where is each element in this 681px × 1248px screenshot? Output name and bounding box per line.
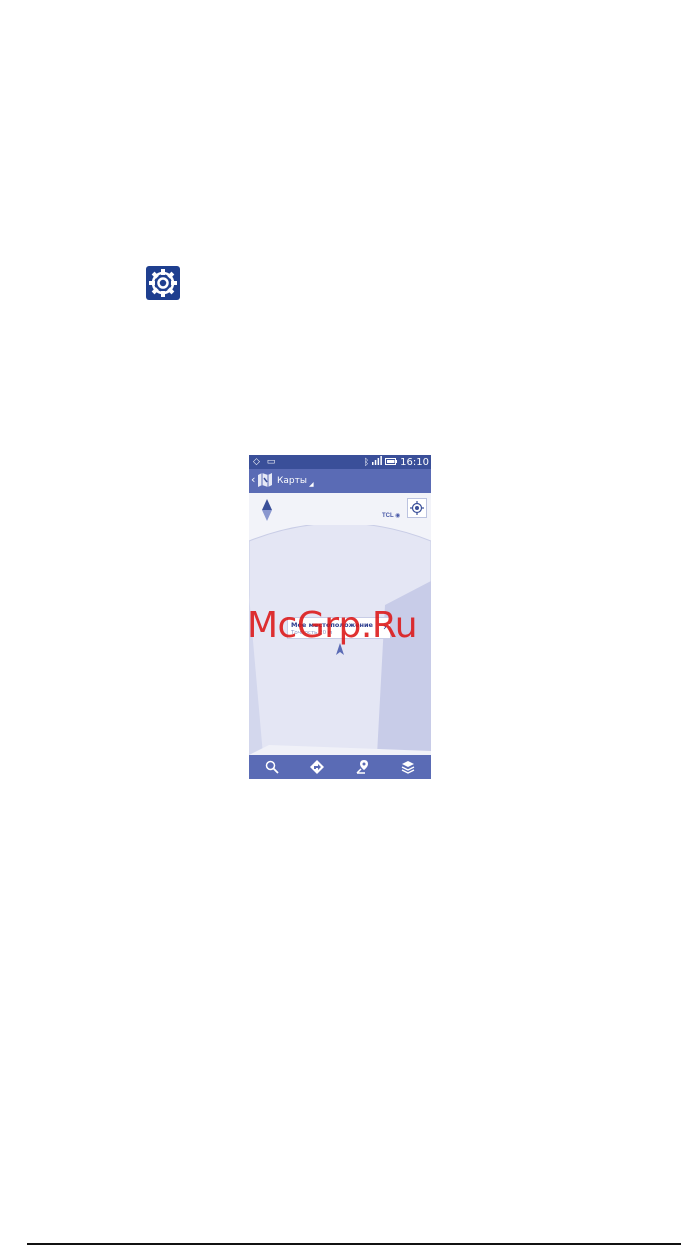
search-icon: [265, 760, 279, 774]
tcl-map-label: TCL: [382, 513, 394, 519]
status-bar: ◇ ▭ ᛒ 16:10: [249, 455, 431, 469]
directions-button[interactable]: [307, 757, 327, 777]
signal-icon: [372, 456, 383, 469]
search-button[interactable]: [262, 757, 282, 777]
dropdown-triangle-icon[interactable]: ◢: [309, 481, 314, 489]
tcl-marker-icon: ◉: [395, 512, 401, 519]
notification-image-icon: ▭: [266, 457, 276, 467]
chevron-left-icon[interactable]: ‹: [251, 474, 255, 486]
layers-icon: [401, 761, 415, 774]
page-footer-rule: [27, 1243, 681, 1245]
settings-gear-icon: [146, 266, 180, 300]
action-bar: ‹ Карты ◢: [249, 469, 431, 493]
compass-icon[interactable]: [261, 499, 273, 521]
watermark: McGrp.Ru: [247, 605, 418, 646]
maps-logo-icon[interactable]: [257, 472, 273, 488]
bottom-toolbar: [249, 755, 431, 779]
places-icon: [356, 760, 368, 774]
layers-button[interactable]: [398, 757, 418, 777]
my-location-button[interactable]: [407, 498, 427, 518]
battery-icon: [385, 457, 398, 469]
places-button[interactable]: [353, 757, 373, 777]
directions-icon: [310, 760, 325, 774]
notification-diamond-icon: ◇: [253, 457, 260, 467]
status-time: 16:10: [400, 456, 429, 468]
action-bar-title[interactable]: Карты: [277, 475, 307, 487]
my-location-icon: [410, 501, 424, 515]
bluetooth-icon: ᛒ: [363, 457, 370, 468]
